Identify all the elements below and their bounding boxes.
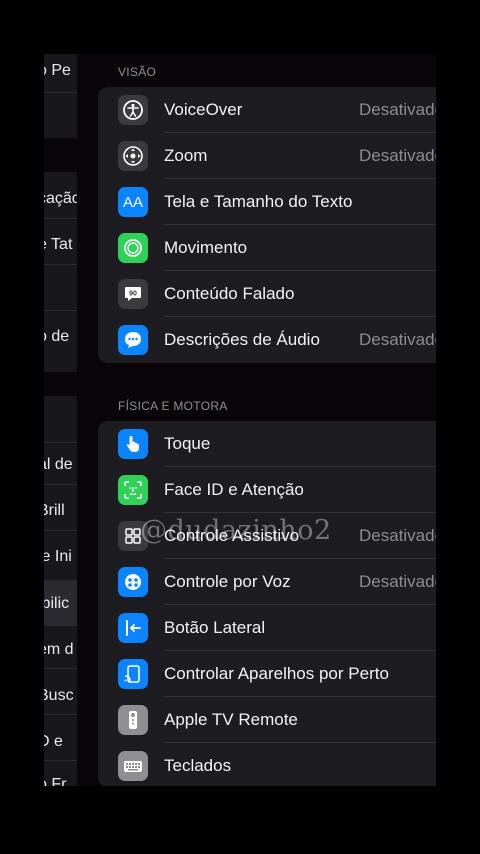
tv-remote-icon [118, 705, 148, 735]
row-value: Desativado [359, 146, 436, 165]
row-label: Controlar Aparelhos por Perto [164, 664, 389, 683]
row-label: Movimento [164, 238, 248, 257]
row-value: Desativado [359, 572, 436, 591]
sidebar: o Pe cação e Tat o de al de Brill le Ini… [44, 54, 77, 786]
sidebar-item[interactable]: Busc [44, 687, 77, 705]
voiceover-icon [118, 95, 148, 125]
section-header-vision: VISÃO [118, 65, 157, 79]
vision-group: VoiceOver Desativado Zoom Desativado AA … [98, 87, 436, 363]
row-label: Toque [164, 434, 211, 453]
row-label: Apple TV Remote [164, 710, 298, 729]
row-keyboards[interactable]: Teclados [98, 743, 436, 786]
row-voice-control[interactable]: Controle por Voz Desativado [98, 559, 436, 605]
sidebar-item[interactable]: em d [44, 641, 77, 659]
switch-control-icon [118, 521, 148, 551]
text-size-icon: AA [118, 187, 148, 217]
row-label: Face ID e Atenção [164, 480, 304, 499]
sidebar-item[interactable]: D e [44, 733, 77, 751]
spoken-content-icon: 90 [118, 279, 148, 309]
row-label: Teclados [164, 756, 232, 775]
sidebar-item[interactable]: Brill [44, 502, 77, 520]
sidebar-item[interactable]: cação [44, 190, 77, 208]
row-value: Desativado [359, 526, 436, 545]
keyboard-icon [118, 751, 148, 781]
physical-motor-group: Toque Face ID e Atenção Controle Assisti… [98, 421, 436, 786]
side-button-icon [118, 613, 148, 643]
sidebar-item[interactable]: o Fr [44, 776, 77, 786]
row-label: Controle Assistivo [164, 526, 300, 545]
row-label: Zoom [164, 146, 208, 165]
zoom-icon [118, 141, 148, 171]
svg-text:90: 90 [129, 291, 137, 298]
row-value: Desativado [359, 100, 436, 119]
nearby-devices-icon [118, 659, 148, 689]
sidebar-divider [44, 218, 77, 219]
row-label: Descrições de Áudio [164, 330, 320, 349]
sidebar-item[interactable]: al de [44, 456, 77, 474]
row-label: Conteúdo Falado [164, 284, 295, 303]
face-id-icon [118, 475, 148, 505]
row-label: Botão Lateral [164, 618, 266, 637]
sidebar-divider [44, 442, 77, 443]
sidebar-divider [44, 668, 77, 669]
sidebar-divider [44, 484, 77, 485]
sidebar-item[interactable]: le Ini [44, 548, 77, 566]
sidebar-divider [44, 714, 77, 715]
sidebar-divider [44, 264, 77, 265]
sidebar-item[interactable]: o de [44, 328, 77, 346]
row-control-nearby-devices[interactable]: Controlar Aparelhos por Perto [98, 651, 436, 697]
row-spoken-content[interactable]: 90 Conteúdo Falado [98, 271, 436, 317]
sidebar-divider [44, 92, 77, 93]
accessibility-list: VISÃO VoiceOver Desativado Zoom Desativa… [77, 54, 436, 786]
row-touch[interactable]: Toque [98, 421, 436, 467]
row-zoom[interactable]: Zoom Desativado [98, 133, 436, 179]
row-value: Desativado [359, 330, 436, 349]
sidebar-item[interactable]: o Pe [44, 62, 77, 80]
audio-description-icon [118, 325, 148, 355]
sidebar-divider [44, 760, 77, 761]
row-label: VoiceOver [164, 100, 243, 119]
row-label: Tela e Tamanho do Texto [164, 192, 353, 211]
row-audio-descriptions[interactable]: Descrições de Áudio Desativado [98, 317, 436, 363]
row-side-button[interactable]: Botão Lateral [98, 605, 436, 651]
sidebar-item[interactable]: ibilic [44, 595, 77, 613]
section-header-physical-motor: FÍSICA E MOTORA [118, 399, 228, 413]
sidebar-divider [44, 310, 77, 311]
row-display-text-size[interactable]: AA Tela e Tamanho do Texto [98, 179, 436, 225]
row-label: Controle por Voz [164, 572, 291, 591]
row-voiceover[interactable]: VoiceOver Desativado [98, 87, 436, 133]
row-motion[interactable]: Movimento [98, 225, 436, 271]
voice-control-icon [118, 567, 148, 597]
row-apple-tv-remote[interactable]: Apple TV Remote [98, 697, 436, 743]
sidebar-divider [44, 530, 77, 531]
motion-icon [118, 233, 148, 263]
touch-icon [118, 429, 148, 459]
screen: o Pe cação e Tat o de al de Brill le Ini… [44, 54, 436, 786]
sidebar-item[interactable]: e Tat [44, 236, 77, 254]
row-face-id-attention[interactable]: Face ID e Atenção [98, 467, 436, 513]
row-switch-control[interactable]: Controle Assistivo Desativado [98, 513, 436, 559]
